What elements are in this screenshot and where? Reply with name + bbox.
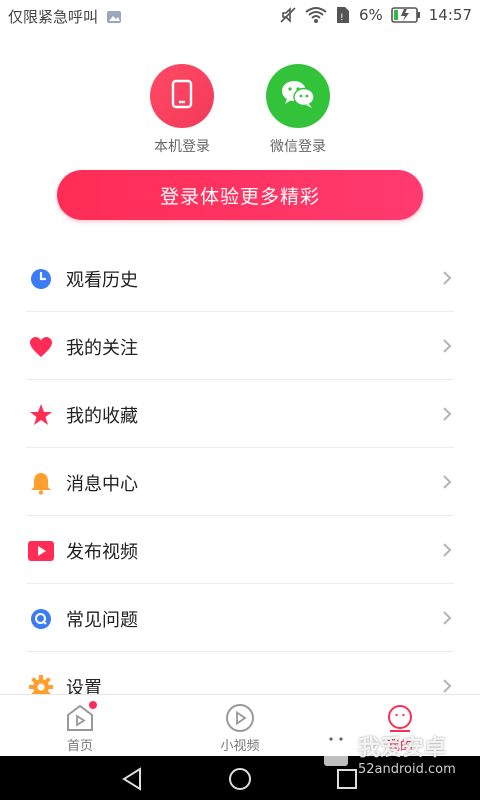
status-right: ! 6% 14:57 <box>279 6 472 24</box>
video-play-icon <box>28 538 54 564</box>
notification-dot <box>89 701 97 709</box>
login-methods: 本机登录 微信登录 <box>0 64 480 156</box>
system-nav-bar <box>0 756 480 800</box>
nav-item-me[interactable]: 我的 <box>350 703 450 754</box>
menu-item-label: 消息中心 <box>66 474 138 495</box>
phone-login-label: 本机登录 <box>154 139 210 155</box>
chevron-right-icon <box>440 406 454 422</box>
phone-icon <box>171 79 193 113</box>
menu-item-following[interactable]: 我的关注 <box>26 312 454 380</box>
menu-item-history[interactable]: 观看历史 <box>26 244 454 312</box>
menu-item-label: 观看历史 <box>66 270 138 291</box>
menu-item-label: 我的收藏 <box>66 406 138 427</box>
wechat-login-circle[interactable] <box>266 64 330 128</box>
svg-text:!: ! <box>340 13 344 23</box>
star-icon <box>28 402 54 428</box>
carrier-text: 仅限紧急呼叫 <box>8 8 99 26</box>
home-circle-icon[interactable] <box>227 766 253 792</box>
chevron-right-icon <box>440 270 454 286</box>
profile-menu: 观看历史 我的关注 我的收藏 消息中心 发布视频 常见问题 设置 <box>26 244 454 719</box>
chevron-right-icon <box>440 474 454 490</box>
chevron-right-icon <box>440 338 454 354</box>
wechat-login-button[interactable]: 微信登录 <box>248 64 348 156</box>
menu-item-faq[interactable]: 常见问题 <box>26 584 454 652</box>
nav-label: 首页 <box>66 739 93 754</box>
nav-item-home[interactable]: 首页 <box>30 701 130 754</box>
chevron-right-icon <box>440 542 454 558</box>
wechat-login-label: 微信登录 <box>270 139 326 155</box>
nav-label: 我的 <box>386 739 413 754</box>
status-bar: 仅限紧急呼叫 ! 6% 14:57 <box>0 0 480 32</box>
question-icon <box>28 606 54 632</box>
nav-label: 小视频 <box>220 739 260 754</box>
phone-login-button[interactable]: 本机登录 <box>132 64 232 156</box>
wifi-icon <box>305 6 327 24</box>
wechat-icon <box>281 79 315 113</box>
bell-icon <box>28 470 54 496</box>
back-icon[interactable] <box>120 766 146 792</box>
battery-percent: 6% <box>358 6 383 24</box>
home-play-icon <box>65 701 97 733</box>
menu-item-publish-video[interactable]: 发布视频 <box>26 516 454 584</box>
menu-item-label: 发布视频 <box>66 542 138 563</box>
smile-icon <box>385 703 415 733</box>
battery-charging-icon <box>390 7 421 23</box>
menu-item-label: 我的关注 <box>66 338 138 359</box>
bottom-nav: 首页 小视频 我的 <box>0 694 480 757</box>
nav-item-short-video[interactable]: 小视频 <box>190 703 290 754</box>
mute-icon <box>279 6 297 24</box>
play-circle-icon <box>225 703 255 733</box>
phone-login-circle[interactable] <box>150 64 214 128</box>
login-cta-button[interactable]: 登录体验更多精彩 <box>57 170 423 220</box>
notification-image-icon <box>106 10 122 24</box>
menu-item-favorites[interactable]: 我的收藏 <box>26 380 454 448</box>
menu-item-messages[interactable]: 消息中心 <box>26 448 454 516</box>
chevron-right-icon <box>440 610 454 626</box>
chevron-right-icon <box>440 678 454 694</box>
menu-item-label: 常见问题 <box>66 610 138 631</box>
clock-icon <box>28 266 54 292</box>
status-left: 仅限紧急呼叫 <box>8 6 122 27</box>
sim-card-icon: ! <box>335 6 351 24</box>
heart-icon <box>28 334 54 360</box>
clock-time: 14:57 <box>428 6 472 24</box>
recent-apps-icon[interactable] <box>334 766 360 792</box>
